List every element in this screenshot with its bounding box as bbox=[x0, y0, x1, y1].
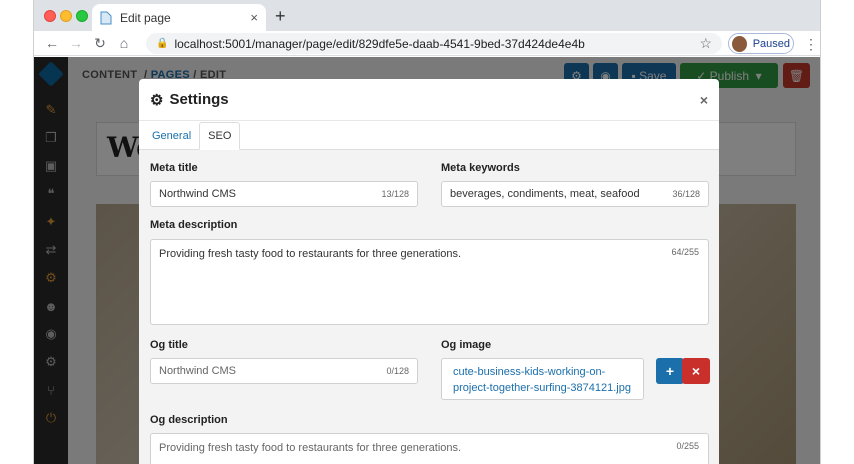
home-icon[interactable]: ⌂ bbox=[112, 35, 136, 51]
lock-icon: 🔒 bbox=[156, 38, 169, 49]
tab-strip: Edit page × + bbox=[34, 0, 820, 31]
og-image-label: Og image bbox=[441, 339, 492, 351]
zoom-window-button[interactable] bbox=[76, 10, 88, 22]
forward-icon[interactable]: → bbox=[64, 35, 88, 51]
modal-body: Meta title Northwind CMS 13/128 Meta key… bbox=[139, 150, 719, 464]
modal-header: ⚙ Settings × bbox=[139, 79, 719, 121]
new-tab-icon[interactable]: + bbox=[275, 6, 286, 27]
browser-tab-edit-page[interactable]: Edit page × bbox=[92, 4, 266, 31]
og-description-counter: 0/255 bbox=[676, 441, 699, 451]
favicon-icon bbox=[100, 11, 112, 24]
add-image-button[interactable]: + bbox=[656, 358, 684, 384]
meta-description-counter: 64/255 bbox=[671, 247, 699, 257]
close-window-button[interactable] bbox=[44, 10, 56, 22]
meta-description-textarea[interactable]: Providing fresh tasty food to restaurant… bbox=[150, 239, 709, 325]
browser-menu-icon[interactable]: ⋮ bbox=[804, 36, 818, 53]
og-title-input[interactable]: Northwind CMS 0/128 bbox=[150, 358, 418, 384]
avatar bbox=[732, 35, 747, 52]
og-description-textarea[interactable]: Providing fresh tasty food to restaurant… bbox=[150, 433, 709, 464]
minimize-window-button[interactable] bbox=[60, 10, 72, 22]
og-title-label: Og title bbox=[150, 339, 188, 351]
modal-tabs: General SEO bbox=[139, 122, 719, 150]
modal-title: ⚙ Settings bbox=[150, 91, 229, 109]
meta-description-value: Providing fresh tasty food to restaurant… bbox=[159, 248, 462, 260]
og-image-field[interactable]: cute-business-kids-working-on-project-to… bbox=[441, 358, 644, 400]
meta-keywords-value: beverages, condiments, meat, seafood bbox=[450, 188, 640, 200]
browser-window: Edit page × + ← → ↻ ⌂ 🔒 localhost:5001/m… bbox=[33, 0, 821, 464]
meta-title-label: Meta title bbox=[150, 162, 198, 174]
url-text: localhost:5001/manager/page/edit/829dfe5… bbox=[174, 36, 585, 51]
meta-title-counter: 13/128 bbox=[381, 189, 409, 199]
gear-icon: ⚙ bbox=[150, 91, 164, 109]
meta-description-label: Meta description bbox=[150, 219, 238, 231]
close-icon[interactable]: × bbox=[700, 92, 708, 108]
tab-seo[interactable]: SEO bbox=[199, 122, 241, 150]
tab-general[interactable]: General bbox=[144, 122, 199, 149]
reload-icon[interactable]: ↻ bbox=[88, 35, 112, 52]
profile-status: Paused bbox=[752, 37, 790, 50]
meta-keywords-counter: 36/128 bbox=[672, 189, 700, 199]
profile-button[interactable]: Paused bbox=[728, 33, 794, 54]
meta-keywords-label: Meta keywords bbox=[441, 162, 520, 174]
meta-keywords-input[interactable]: beverages, condiments, meat, seafood 36/… bbox=[441, 181, 709, 207]
settings-modal: ⚙ Settings × General SEO Meta title Nort… bbox=[139, 79, 719, 464]
address-bar[interactable]: 🔒 localhost:5001/manager/page/edit/829df… bbox=[146, 33, 722, 54]
back-icon[interactable]: ← bbox=[40, 35, 64, 51]
modal-title-text: Settings bbox=[169, 91, 229, 108]
meta-title-input[interactable]: Northwind CMS 13/128 bbox=[150, 181, 418, 207]
browser-toolbar: ← → ↻ ⌂ 🔒 localhost:5001/manager/page/ed… bbox=[34, 31, 820, 56]
tab-close-icon[interactable]: × bbox=[250, 10, 258, 25]
tab-title: Edit page bbox=[120, 10, 171, 25]
bookmark-star-icon[interactable]: ☆ bbox=[699, 35, 712, 52]
og-description-label: Og description bbox=[150, 414, 228, 426]
og-title-placeholder: Northwind CMS bbox=[159, 365, 237, 377]
meta-title-value: Northwind CMS bbox=[159, 188, 237, 200]
og-title-counter: 0/128 bbox=[386, 366, 409, 376]
remove-image-button[interactable]: × bbox=[682, 358, 710, 384]
og-description-placeholder: Providing fresh tasty food to restaurant… bbox=[159, 442, 462, 454]
